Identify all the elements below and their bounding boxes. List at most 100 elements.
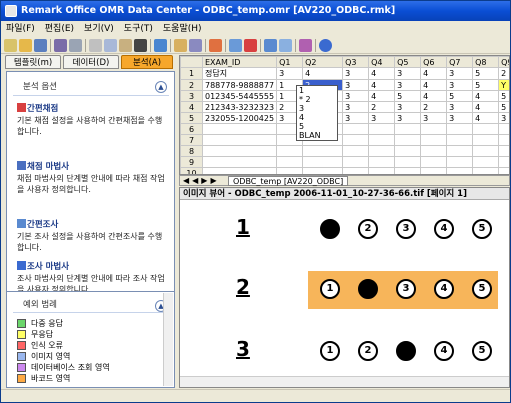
table-cell[interactable] [420,134,448,146]
column-header[interactable]: Q5 [394,56,422,68]
tab-analysis[interactable]: 분석(A) [121,55,173,69]
column-header[interactable]: Q8 [472,56,500,68]
table-row[interactable]: 8 [180,145,509,157]
table-cell[interactable]: 4 [420,90,448,102]
table-cell[interactable]: Y [498,79,509,91]
table-row[interactable]: 6 [180,123,509,135]
table-cell[interactable]: 012345-5445555 [201,90,278,102]
column-header[interactable]: Q4 [368,56,396,68]
table-cell[interactable]: 3 [446,79,474,91]
column-header[interactable]: Q7 [446,56,474,68]
table-cell[interactable] [498,167,509,174]
open-folder-icon[interactable] [19,39,32,52]
column-header[interactable]: Q3 [342,56,370,68]
table-cell[interactable]: 4 [472,101,500,113]
cut-icon[interactable] [89,39,102,52]
table-row[interactable]: 4212343-3232323223232345 [180,101,509,113]
find-icon[interactable] [154,39,167,52]
table-cell[interactable] [342,145,370,157]
table-cell[interactable]: 2 [368,101,396,113]
table-cell[interactable]: 5 [498,101,509,113]
table-cell[interactable] [342,167,370,174]
filter-icon[interactable] [189,39,202,52]
table-cell[interactable] [368,123,396,135]
table-cell[interactable] [472,167,500,174]
table-cell[interactable] [201,123,278,135]
answer-bubble[interactable]: 2 [358,279,378,299]
table-cell[interactable] [342,123,370,135]
column-header[interactable]: Q9 [498,56,509,68]
table-cell[interactable]: 788778-9888877 [201,79,278,91]
table-cell[interactable] [394,145,422,157]
table-cell[interactable] [368,134,396,146]
table-cell[interactable] [420,156,448,168]
sheet-nav-icon[interactable]: ◀◀▶▶ [183,176,220,185]
new-file-icon[interactable] [4,39,17,52]
tab-data[interactable]: 데이터(D) [63,55,119,69]
splitter[interactable] [176,55,178,388]
help-icon[interactable] [319,39,332,52]
table-cell[interactable] [420,145,448,157]
table-cell[interactable]: 4 [472,90,500,102]
table-cell[interactable]: 3 [368,112,396,124]
table-cell[interactable]: 3 [420,112,448,124]
menu-item[interactable]: 도움말(H) [158,21,207,37]
row-header[interactable]: 9 [180,156,203,168]
dropdown-option[interactable]: BLAN [299,132,335,140]
row-header[interactable]: 7 [180,134,203,146]
table-cell[interactable] [368,156,396,168]
section-title[interactable]: 채점 마법사 [27,160,69,172]
table-cell[interactable]: 2 [420,101,448,113]
table-cell[interactable] [201,134,278,146]
table-cell[interactable]: 2 [498,67,509,80]
table-cell[interactable]: 4 [368,67,396,80]
answer-bubble[interactable]: 5 [472,279,492,299]
table-cell[interactable] [472,156,500,168]
tab-template[interactable]: 템플릿(m) [5,55,61,69]
form-image[interactable]: 112345212345312345 [180,201,509,377]
table-cell[interactable]: 3 [342,101,370,113]
table-cell[interactable]: 3 [446,67,474,80]
paste-icon[interactable] [119,39,132,52]
table-cell[interactable] [446,134,474,146]
table-cell[interactable]: 5 [472,67,500,80]
table-cell[interactable] [276,145,304,157]
row-header[interactable]: 8 [180,145,203,157]
dropdown-option[interactable]: 4 [299,114,335,123]
table-cell[interactable]: 4 [368,90,396,102]
preview-icon[interactable] [69,39,82,52]
table-cell[interactable] [472,123,500,135]
section-title[interactable]: 간편조사 [27,218,58,230]
row-header[interactable]: 6 [180,123,203,135]
table-row[interactable]: 1 정답지 3 4 3 4 3 4 3 5 2 [180,67,509,80]
table-cell[interactable] [446,167,474,174]
table-cell[interactable]: 3 [446,101,474,113]
table-cell[interactable] [420,167,448,174]
table-cell[interactable]: 3 [498,112,509,124]
column-header[interactable]: Q2 [302,56,344,68]
table-cell[interactable]: 3 [342,79,370,91]
report-icon[interactable] [264,39,277,52]
dropdown-option[interactable]: 3 [299,105,335,114]
table-cell[interactable]: 3 [394,112,422,124]
column-header[interactable]: Q1 [276,56,304,68]
table-cell[interactable]: 212343-3232323 [201,101,278,113]
table-cell[interactable] [394,156,422,168]
column-header[interactable]: Q6 [420,56,448,68]
chart-icon[interactable] [299,39,312,52]
save-icon[interactable] [34,39,47,52]
table-cell[interactable] [446,123,474,135]
table-row[interactable]: 9 [180,156,509,168]
answer-bubble[interactable]: 4 [434,279,454,299]
column-header[interactable] [180,56,203,68]
table-cell[interactable]: 3 [342,112,370,124]
table-cell[interactable]: 3 [276,67,304,80]
table-cell[interactable]: 5 [446,90,474,102]
table-cell[interactable]: 정답지 [201,67,278,80]
answer-bubble[interactable]: 1 [320,341,340,361]
menu-item[interactable]: 편집(E) [40,21,79,37]
table-cell[interactable] [498,123,509,135]
table-cell[interactable] [394,134,422,146]
row-header[interactable]: 1 [180,67,203,80]
table-cell[interactable] [276,167,304,174]
